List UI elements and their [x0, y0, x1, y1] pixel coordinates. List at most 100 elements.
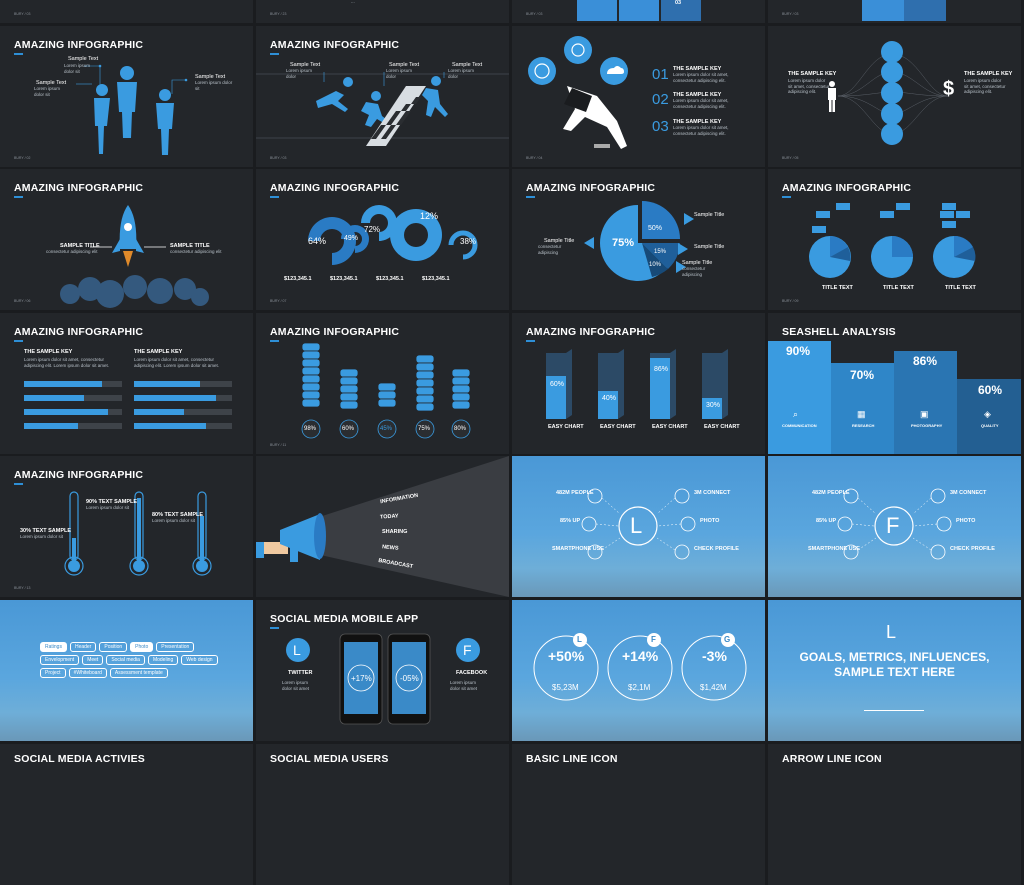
slide-thumb[interactable]: AMAZING INFOGRAPHIC Sample Text Lorem ip… [0, 26, 253, 167]
slide-thumb[interactable]: AMAZING INFOGRAPHIC 90% TEXT SAMPLE Lore… [0, 456, 253, 597]
percent-label: 60% [550, 381, 565, 388]
percent-label: 72% [364, 225, 381, 234]
percent-label: 60% [978, 383, 1003, 397]
slide-thumb[interactable]: 03 BURY / 03 [512, 0, 765, 23]
tag-chip[interactable]: Assessment template [109, 668, 168, 678]
slide-footer: BURY / 06 [14, 299, 31, 303]
briefcase-icon: ▣ [920, 409, 929, 419]
percent-label: 30% [706, 402, 721, 409]
tag-chip[interactable]: Social media [106, 655, 145, 665]
slide-title: ARROW LINE ICON [782, 753, 882, 765]
slide-thumb[interactable]: L F G +50% +14% -3% $5,23M $2,1M $1,42M [512, 600, 765, 741]
letter-icon: L [886, 622, 897, 642]
tag-chip[interactable]: Project [40, 668, 66, 678]
percent-label: 86% [654, 366, 669, 373]
percent-label: 45% [380, 426, 393, 432]
tag-chip[interactable]: Web design [181, 655, 218, 665]
progress-bars [24, 381, 232, 429]
stat-label: 3M CONNECT [694, 490, 731, 496]
stat-label: 3M CONNECT [950, 490, 987, 496]
percent-label: 70% [850, 368, 875, 382]
person-dollar-illustration [828, 41, 949, 145]
category-label: PHOTOGRAPHY [911, 423, 943, 428]
percent-label: 38% [460, 237, 477, 246]
slide-title: BASIC LINE ICON [526, 753, 618, 765]
tag-chip[interactable]: #Whiteboard [68, 668, 107, 678]
tag-chip[interactable]: Header [69, 642, 97, 652]
percent-label: 40% [602, 395, 617, 402]
chart-label: EASY CHART [548, 424, 584, 430]
slide-thumb[interactable]: 01 02 03 THE SAMPLE KEY Lorem ipsum dolo… [512, 26, 765, 167]
slide-thumb[interactable]: AMAZING INFOGRAPHIC 64% 49% 72% 12% 38% … [256, 169, 509, 310]
letter-icon: L [577, 635, 582, 644]
tag-chip[interactable]: Envelopment [40, 655, 80, 665]
letter-icon: F [463, 642, 472, 658]
slide-footer: BURY / 13 [14, 586, 31, 590]
percent-label: 75% [418, 426, 431, 432]
slide-thumb[interactable]: AMAZING INFOGRAPHIC 75% 50% 15% 10% Samp… [512, 169, 765, 310]
slide-thumb[interactable]: ARROW LINE ICON [768, 744, 1021, 885]
slide-thumb[interactable]: Ratings Header Position Photo Presentation En… [0, 600, 253, 741]
search-icon: ⌕ [793, 409, 799, 419]
percent-label: 12% [420, 211, 439, 221]
tag-chip[interactable]: Modeling [147, 655, 179, 665]
slide-thumb[interactable]: BURY / 03 [768, 0, 1021, 23]
tag-chip[interactable]: Ratings [40, 642, 67, 652]
slide-thumb[interactable]: SEASHELL ANALYSIS 90% 70% 86% 60% ⌕ ▦ ▣ … [768, 313, 1021, 454]
platform-label: TWITTER [288, 670, 313, 676]
slide-thumb[interactable]: $ THE SAMPLE KEY Lorem ipsum dolor sit a… [768, 26, 1021, 167]
slide-thumb[interactable]: AMAZING INFOGRAPHIC THE SAMPLE KEY Lorem… [0, 313, 253, 454]
thermometers [64, 491, 212, 576]
letter-icon: L [293, 642, 301, 658]
tag-chip[interactable]: Meet [82, 655, 104, 665]
stat-circles [533, 633, 747, 701]
slide-thumb[interactable]: AMAZING INFOGRAPHIC 60% 40% 86% 30% EASY… [512, 313, 765, 454]
slide-thumb[interactable]: ... BURY / 23 [256, 0, 509, 23]
slide-footer: BURY / 03 [526, 12, 543, 16]
title-text-label: TITLE TEXT [945, 285, 976, 291]
slide-title: SOCIAL MEDIA ACTIVIES [14, 753, 145, 765]
sample-label: Sample Text [68, 56, 99, 62]
slide-thumb[interactable]: SOCIAL MEDIA ACTIVIES [0, 744, 253, 885]
slide-thumb[interactable]: AMAZING INFOGRAPHIC 98% 60% 45% 75% 80% … [256, 313, 509, 454]
slide-thumb[interactable]: L GOALS, METRICS, INFLUENCES, SAMPLE TEX… [768, 600, 1021, 741]
megaphone-illustration [256, 456, 509, 597]
slide-title: SOCIAL MEDIA USERS [270, 753, 389, 765]
slide-heading: GOALS, METRICS, INFLUENCES, SAMPLE TEXT … [799, 650, 990, 679]
sample-title-label: Sample Title [694, 244, 725, 250]
tag-chip[interactable]: Photo [130, 642, 154, 652]
rocket-illustration [60, 205, 209, 308]
coin-stacks [301, 342, 471, 439]
stat-label: SMARTPHONE USE [808, 546, 860, 552]
money-label: $123,345.1 [422, 276, 450, 282]
money-value: $5,23M [552, 683, 579, 692]
slide-thumb[interactable]: L 482M PEOPLE 85% UP SMARTPHONE USE 3M C… [512, 456, 765, 597]
tag-chip[interactable]: Presentation [156, 642, 195, 652]
sample-title-label: Sample Title [694, 212, 725, 218]
slide-thumb[interactable]: BURY / 03 [0, 0, 253, 23]
slide-thumb[interactable]: SOCIAL MEDIA MOBILE APP +17% -05% L F TW… [256, 600, 509, 741]
category-label: RESEARCH [852, 423, 875, 428]
metric-label: +17% [351, 674, 372, 683]
slide-thumb[interactable]: AMAZING INFOGRAPHIC Sample Text Lorem ip… [256, 26, 509, 167]
stat-label: PHOTO [956, 518, 976, 524]
slide-thumb[interactable]: AMAZING INFOGRAPHIC TITLE TEXT TITLE TEX… [768, 169, 1021, 310]
slide-thumb[interactable]: F 482M PEOPLE 85% UP SMARTPHONE USE 3M C… [768, 456, 1021, 597]
chart-label: EASY CHART [600, 424, 636, 430]
letter-icon: F [651, 635, 656, 644]
slide-thumb[interactable]: SOCIAL MEDIA USERS [256, 744, 509, 885]
step-number: 01 [652, 66, 669, 83]
slide-footer: BURY / 03 [270, 156, 287, 160]
key-label: THE SAMPLE KEY [788, 71, 837, 77]
slide-thumb[interactable]: BASIC LINE ICON [512, 744, 765, 885]
percent-label: 86% [913, 354, 938, 368]
slide-footer: BURY / 05 [782, 156, 799, 160]
slide-thumb[interactable]: AMAZING INFOGRAPHIC SAMPLE TITLE consect… [0, 169, 253, 310]
title-text-label: TITLE TEXT [883, 285, 914, 291]
tag-chip[interactable]: Position [99, 642, 128, 652]
slide-footer: BURY / 02 [14, 156, 31, 160]
stat-label: PHOTO [700, 518, 720, 524]
slide-thumb[interactable]: INFORMATION TODAY SHARING NEWS BROADCAST [256, 456, 509, 597]
percent-label: 49% [344, 235, 359, 242]
slide-footer: BURY / 09 [782, 299, 799, 303]
